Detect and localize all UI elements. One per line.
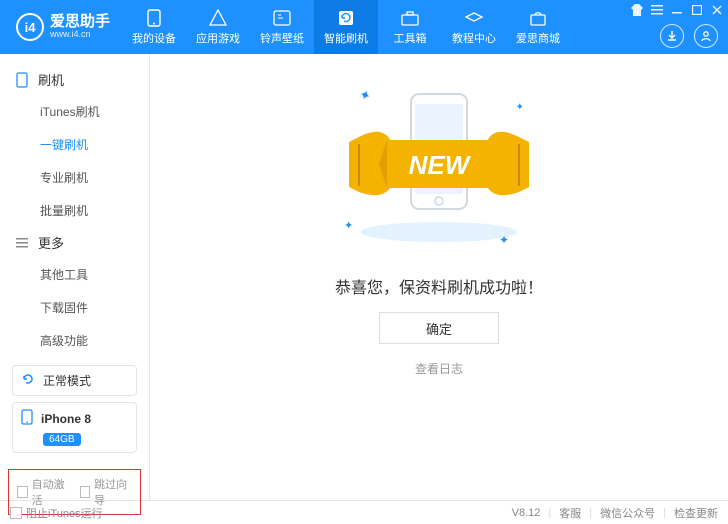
sidebar-group-more[interactable]: 更多: [0, 227, 149, 258]
status-mode-label: 正常模式: [43, 372, 91, 389]
wechat-link[interactable]: 微信公众号: [600, 505, 655, 521]
more-icon: [16, 237, 30, 249]
nav-label: 应用游戏: [196, 30, 240, 46]
sidebar-group-title: 刷机: [38, 70, 64, 89]
nav-toolbox[interactable]: 工具箱: [378, 0, 442, 54]
checkbox-icon: [10, 507, 22, 519]
check-update-link[interactable]: 检查更新: [674, 505, 718, 521]
menu-icon[interactable]: [650, 3, 664, 17]
nav-devices[interactable]: 我的设备: [122, 0, 186, 54]
close-icon[interactable]: [710, 3, 724, 17]
auto-activate-label: 自动激活: [32, 476, 70, 508]
nav-apps[interactable]: 应用游戏: [186, 0, 250, 54]
device-name: iPhone 8: [41, 412, 91, 426]
device-icon: [144, 9, 164, 27]
sidebar-group-flash[interactable]: 刷机: [0, 64, 149, 95]
device-small-icon: [16, 72, 30, 88]
sidebar: 刷机 iTunes刷机 一键刷机 专业刷机 批量刷机 更多 其他工具 下载固件 …: [0, 54, 150, 500]
refresh-icon: [21, 372, 35, 389]
skip-wizard-label: 跳过向导: [94, 476, 132, 508]
top-nav: 我的设备 应用游戏 铃声壁纸 智能刷机 工具箱: [122, 0, 570, 54]
nav-label: 智能刷机: [324, 30, 368, 46]
version-label: V8.12: [512, 507, 541, 519]
ok-button[interactable]: 确定: [379, 312, 499, 344]
skip-wizard-checkbox[interactable]: 跳过向导: [80, 476, 133, 508]
mall-icon: [528, 9, 548, 27]
sidebar-item-other-tools[interactable]: 其他工具: [0, 258, 149, 291]
maximize-icon[interactable]: [690, 3, 704, 17]
status-mode-button[interactable]: 正常模式: [12, 365, 137, 396]
sidebar-item-batch-flash[interactable]: 批量刷机: [0, 194, 149, 227]
brand-url: www.i4.cn: [50, 30, 110, 40]
sidebar-item-advanced[interactable]: 高级功能: [0, 324, 149, 357]
window-controls: [630, 3, 724, 17]
support-link[interactable]: 客服: [559, 505, 581, 521]
nav-mall[interactable]: 爱思商城: [506, 0, 570, 54]
user-icon[interactable]: [694, 24, 718, 48]
apps-icon: [208, 9, 228, 27]
nav-ringtones[interactable]: 铃声壁纸: [250, 0, 314, 54]
download-icon[interactable]: [660, 24, 684, 48]
device-button[interactable]: iPhone 8 64GB: [12, 402, 137, 453]
ringtones-icon: [272, 9, 292, 27]
brand-name: 爱思助手: [50, 14, 110, 31]
sidebar-item-oneclick-flash[interactable]: 一键刷机: [0, 128, 149, 161]
block-itunes-checkbox[interactable]: 阻止iTunes运行: [10, 505, 103, 521]
nav-label: 我的设备: [132, 30, 176, 46]
success-message: 恭喜您，保资料刷机成功啦！: [335, 274, 543, 298]
nav-label: 工具箱: [394, 30, 427, 46]
sidebar-group-title: 更多: [38, 233, 64, 252]
minimize-icon[interactable]: [670, 3, 684, 17]
block-itunes-label: 阻止iTunes运行: [26, 505, 103, 521]
nav-flash[interactable]: 智能刷机: [314, 0, 378, 54]
sidebar-item-itunes-flash[interactable]: iTunes刷机: [0, 95, 149, 128]
nav-tutorial[interactable]: 教程中心: [442, 0, 506, 54]
app-header: i4 爱思助手 www.i4.cn 我的设备 应用游戏 铃声壁纸: [0, 0, 728, 54]
checkbox-icon: [80, 486, 91, 498]
flash-icon: [336, 9, 356, 27]
nav-label: 铃声壁纸: [260, 30, 304, 46]
skin-icon[interactable]: [630, 3, 644, 17]
header-right-icons: [660, 24, 718, 48]
toolbox-icon: [400, 9, 420, 27]
device-icon: [21, 409, 33, 428]
content-area: ✦ ✦ ✦ ✦ NEW 恭喜您，保资料刷机成功啦！ 确定 查看日志: [150, 54, 728, 500]
nav-label: 教程中心: [452, 30, 496, 46]
device-capacity-badge: 64GB: [43, 433, 81, 446]
success-illustration: ✦ ✦ ✦ ✦ NEW: [329, 82, 549, 252]
logo-icon: i4: [16, 13, 44, 41]
brand: i4 爱思助手 www.i4.cn: [16, 13, 110, 41]
nav-label: 爱思商城: [516, 30, 560, 46]
tutorial-icon: [464, 9, 484, 27]
sidebar-item-pro-flash[interactable]: 专业刷机: [0, 161, 149, 194]
svg-text:NEW: NEW: [409, 150, 472, 180]
view-log-link[interactable]: 查看日志: [415, 360, 463, 377]
auto-activate-checkbox[interactable]: 自动激活: [17, 476, 70, 508]
sidebar-item-download-fw[interactable]: 下载固件: [0, 291, 149, 324]
checkbox-icon: [17, 486, 28, 498]
